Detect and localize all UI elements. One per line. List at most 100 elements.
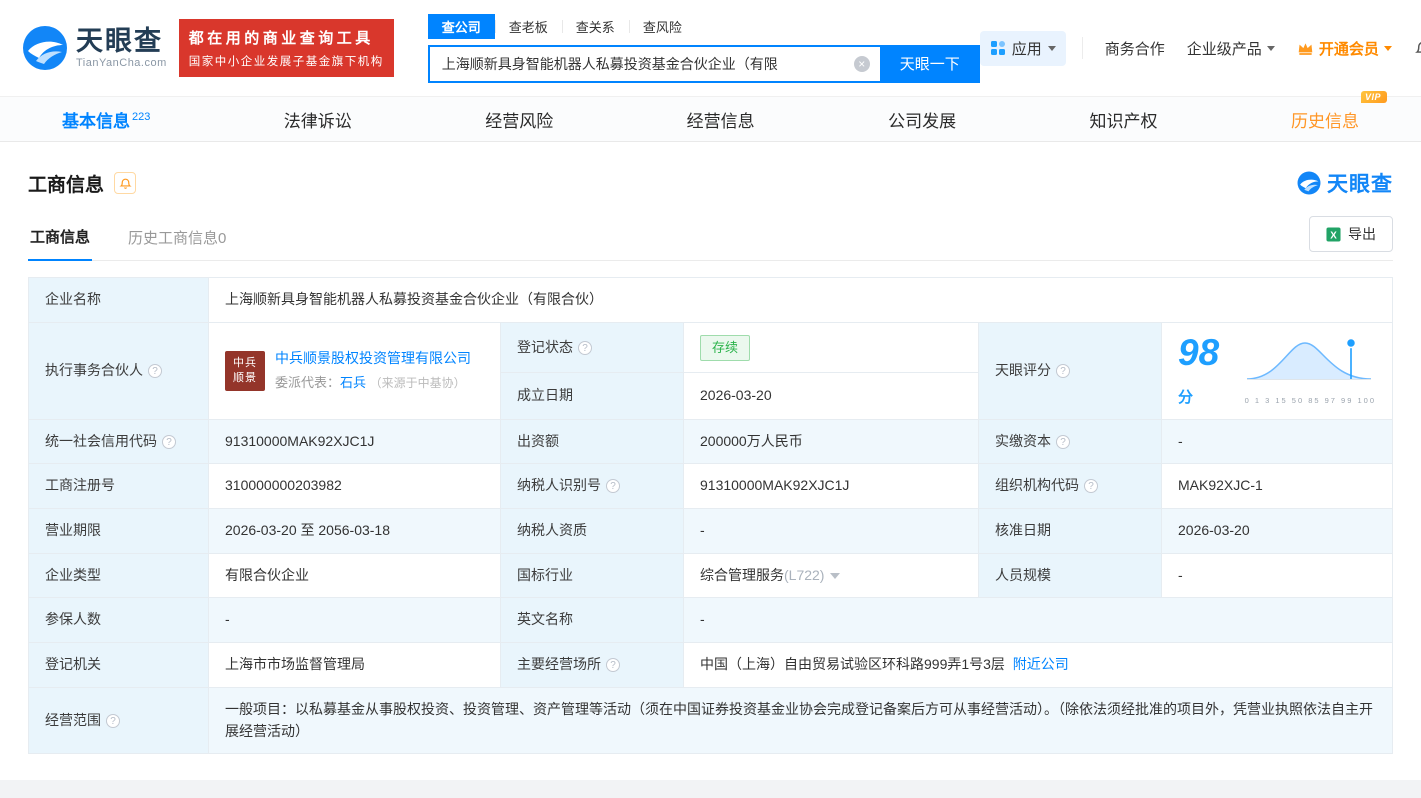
value-credit-code: 91310000MAK92XJC1J xyxy=(208,418,501,465)
label-insured-count: 参保人数 xyxy=(28,597,209,644)
partner-company-link[interactable]: 中兵顺景股权投资管理有限公司 xyxy=(275,350,471,366)
label-reg-status: 登记状态? xyxy=(500,321,684,374)
apps-label: 应用 xyxy=(1011,40,1042,58)
subtab-history-business-info[interactable]: 历史工商信息0 xyxy=(126,219,228,260)
help-icon[interactable]: ? xyxy=(1056,434,1070,449)
clear-search-icon[interactable]: × xyxy=(853,55,870,72)
label-paid-capital: 实缴资本? xyxy=(978,418,1162,465)
nav-tab-operation-risk[interactable]: 经营风险 xyxy=(483,103,555,136)
label-company-type: 企业类型 xyxy=(28,552,209,599)
nearby-companies-link[interactable]: 附近公司 xyxy=(1013,656,1069,672)
value-company-type: 有限合伙企业 xyxy=(208,552,501,599)
page: 天眼查 TianYanCha.com 都在用的商业查询工具 国家中小企业发展子基… xyxy=(0,0,1421,798)
row-credit-code: 统一社会信用代码? 91310000MAK92XJC1J 出资额 200000万… xyxy=(28,418,1393,465)
label-industry: 国标行业 xyxy=(500,552,684,599)
value-insured-count: - xyxy=(208,597,501,644)
search-input[interactable] xyxy=(427,44,880,83)
rep-label: 委派代表： xyxy=(275,375,341,391)
nav-tab-history-info[interactable]: 历史信息 VIP xyxy=(1289,90,1387,136)
value-industry: 综合管理服务(L722) xyxy=(683,552,979,599)
header: 天眼查 TianYanCha.com 都在用的商业查询工具 国家中小企业发展子基… xyxy=(0,0,1421,96)
section-title: 工商信息 xyxy=(28,174,105,196)
divider xyxy=(1081,37,1083,59)
tianyancha-watermark: 天眼查 xyxy=(1297,168,1393,198)
search-tab-relation[interactable]: 查关系 xyxy=(561,14,629,39)
menu-item-enterprise[interactable]: 企业级产品 xyxy=(1187,38,1275,59)
tianyancha-logo[interactable]: 天眼查 TianYanCha.com xyxy=(22,25,167,71)
help-icon[interactable]: ? xyxy=(606,479,620,494)
partner-company-logo[interactable]: 中兵 顺景 xyxy=(225,350,265,391)
history-count: 0 xyxy=(218,230,227,247)
value-establish-date: 2026-03-20 xyxy=(683,372,979,420)
label-establish-date: 成立日期 xyxy=(500,372,684,420)
subtabs: 工商信息 历史工商信息0 X 导出 xyxy=(28,216,1393,261)
search-tab-company[interactable]: 查公司 xyxy=(427,13,495,39)
help-icon[interactable]: ? xyxy=(162,434,176,449)
nav-tab-operation-info[interactable]: 经营信息 xyxy=(685,103,757,136)
value-company-name: 上海顺新具身智能机器人私募投资基金合伙企业（有限合伙） xyxy=(208,277,1393,323)
search-tab-risk[interactable]: 查风险 xyxy=(628,14,696,39)
label-taxpayer-id: 纳税人识别号? xyxy=(500,463,684,510)
score-axis-labels: 0 1 3 15 50 85 97 99 100 xyxy=(1244,395,1376,405)
search-area: 查公司 查老板 查关系 查风险 × 天眼一下 xyxy=(427,13,980,83)
label-credit-code: 统一社会信用代码? xyxy=(28,418,209,465)
label-executive-partner: 执行事务合伙人? xyxy=(28,321,209,420)
help-icon[interactable]: ? xyxy=(606,658,620,673)
label-reg-authority: 登记机关 xyxy=(28,642,209,688)
nav-tab-company-development[interactable]: 公司发展 xyxy=(886,103,958,136)
rep-source: （来源于中基协） xyxy=(369,376,466,391)
value-reg-authority: 上海市市场监督管理局 xyxy=(208,642,501,688)
help-icon[interactable]: ? xyxy=(578,340,592,355)
subtab-business-info[interactable]: 工商信息 xyxy=(28,218,93,261)
header-menu: 应用 商务合作 企业级产品 开通会员 xyxy=(979,30,1421,66)
apps-button[interactable]: 应用 xyxy=(979,30,1066,66)
label-taxpayer-quality: 纳税人资质 xyxy=(500,508,684,554)
nav-tab-legal[interactable]: 法律诉讼 xyxy=(282,103,354,136)
rep-person-link[interactable]: 石兵 xyxy=(340,375,366,390)
help-icon[interactable]: ? xyxy=(106,713,120,728)
help-icon[interactable]: ? xyxy=(1056,363,1070,378)
label-score: 天眼评分? xyxy=(978,321,1162,420)
menu-item-cooperation[interactable]: 商务合作 xyxy=(1105,38,1165,59)
slogan-line1: 都在用的商业查询工具 xyxy=(188,30,374,47)
row-business-term: 营业期限 2026-03-20 至 2056-03-18 纳税人资质 - 核准日… xyxy=(28,508,1393,554)
label-org-code: 组织机构代码? xyxy=(978,463,1162,510)
export-button[interactable]: X 导出 xyxy=(1309,216,1393,252)
value-address: 中国（上海）自由贸易试验区环科路999弄1号3层 附近公司 xyxy=(683,642,1393,688)
label-business-scope: 经营范围? xyxy=(28,686,209,755)
label-reg-number: 工商注册号 xyxy=(28,463,209,510)
tianyancha-logo-icon xyxy=(23,26,67,70)
value-reg-status: 存续 xyxy=(683,321,979,374)
notification-bell-icon[interactable] xyxy=(1414,39,1421,58)
label-approve-date: 核准日期 xyxy=(978,508,1162,554)
excel-icon: X xyxy=(1326,226,1341,242)
value-taxpayer-id: 91310000MAK92XJC1J xyxy=(683,463,979,510)
search-tabs: 查公司 查老板 查关系 查风险 xyxy=(427,13,980,39)
brand-slogan-banner: 都在用的商业查询工具 国家中小企业发展子基金旗下机构 xyxy=(178,19,394,77)
row-insured-count: 参保人数 - 英文名称 - xyxy=(28,597,1393,644)
score-curve-chart: 0 1 3 15 50 85 97 99 100 xyxy=(1245,335,1376,406)
vip-badge: VIP xyxy=(1360,90,1387,103)
logo-text-cn: 天眼查 xyxy=(76,26,163,57)
search-box: × 天眼一下 xyxy=(427,44,980,83)
chevron-down-icon[interactable] xyxy=(830,572,841,579)
row-company-name: 企业名称 上海顺新具身智能机器人私募投资基金合伙企业（有限合伙） xyxy=(28,277,1393,323)
menu-item-vip[interactable]: 开通会员 xyxy=(1297,38,1392,59)
chevron-down-icon xyxy=(1266,45,1275,51)
logo-text-en: TianYanCha.com xyxy=(76,56,167,69)
help-icon[interactable]: ? xyxy=(148,363,162,378)
nav-tab-basic-info[interactable]: 基本信息 223 xyxy=(60,103,152,136)
label-business-term: 营业期限 xyxy=(28,508,209,554)
industry-code: (L722) xyxy=(784,566,825,583)
row-business-scope: 经营范围? 一般项目：以私募基金从事股权投资、投资管理、资产管理等活动（须在中国… xyxy=(28,686,1393,755)
label-address: 主要经营场所? xyxy=(500,642,684,688)
subscribe-bell-icon[interactable] xyxy=(114,172,137,194)
search-tab-boss[interactable]: 查老板 xyxy=(494,14,562,39)
value-score: 98分 0 1 3 15 50 85 97 99 100 xyxy=(1161,321,1393,420)
apps-grid-icon xyxy=(990,41,1005,55)
nav-tab-intellectual-property[interactable]: 知识产权 xyxy=(1088,103,1160,136)
search-button[interactable]: 天眼一下 xyxy=(879,44,980,83)
value-approve-date: 2026-03-20 xyxy=(1161,508,1393,554)
help-icon[interactable]: ? xyxy=(1084,479,1098,494)
slogan-line2: 国家中小企业发展子基金旗下机构 xyxy=(188,56,384,68)
